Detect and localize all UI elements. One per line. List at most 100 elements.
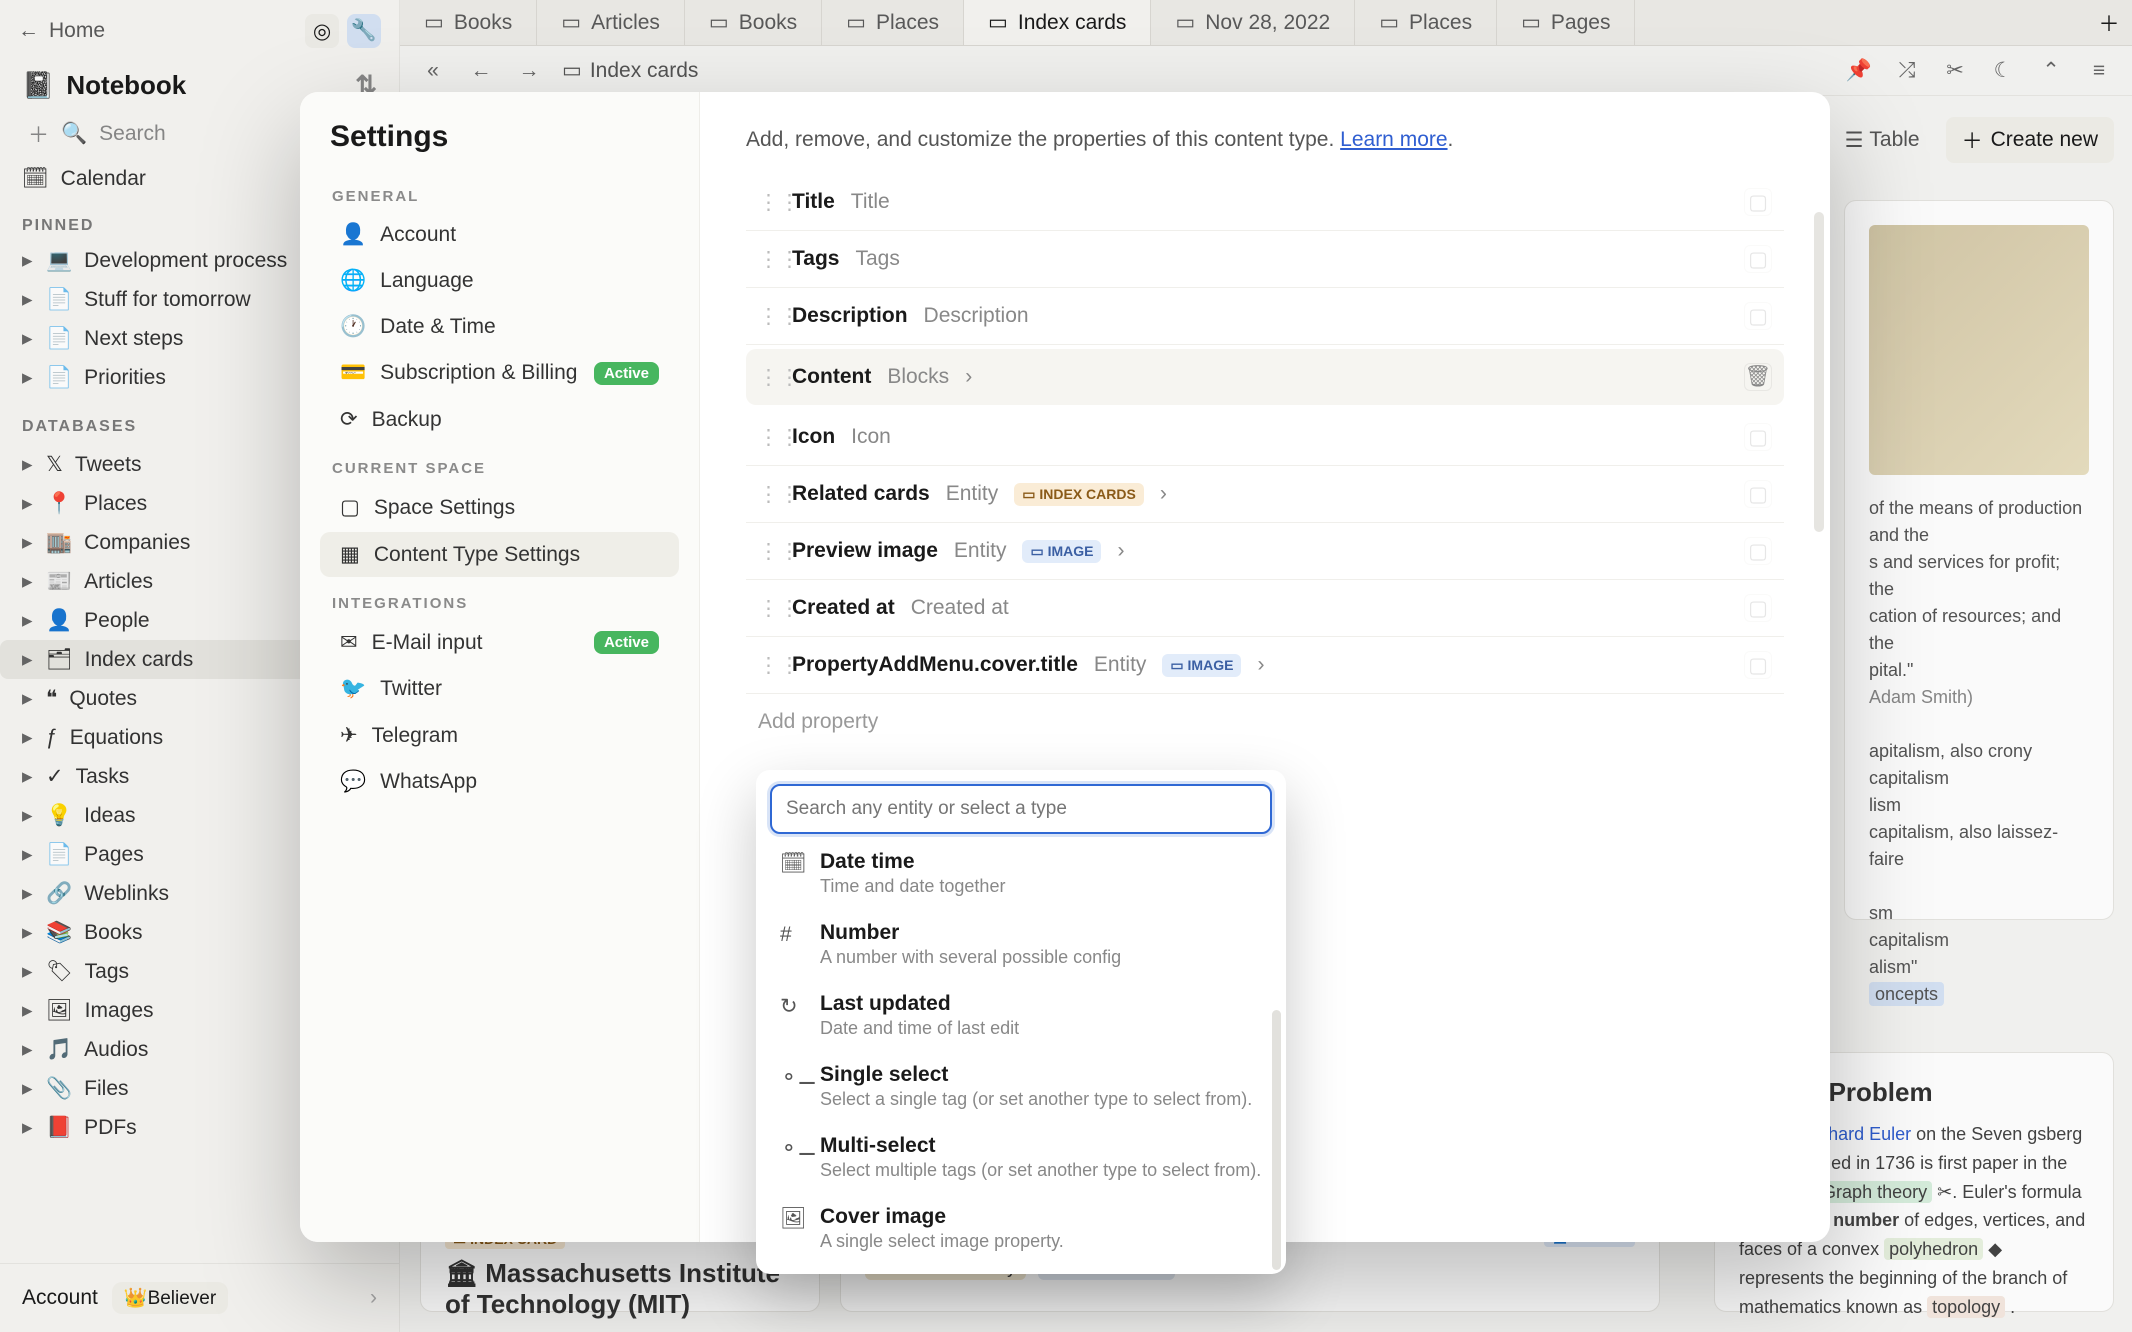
whatsapp-icon: 💬	[340, 770, 366, 794]
property-row[interactable]: ⋮⋮ Related cards Entity ▭ INDEX CARDS › ▢	[746, 466, 1784, 523]
property-type-option[interactable]: 🖼 Cover imageA single select image proper…	[766, 1193, 1276, 1264]
chevron-right-icon: ›	[1257, 653, 1264, 677]
drag-handle-icon[interactable]: ⋮⋮	[758, 304, 776, 329]
settings-space[interactable]: ▢Space Settings	[320, 485, 679, 530]
option-subtitle: Date and time of last edit	[820, 1018, 1019, 1039]
type-chip: ▭ IMAGE	[1022, 540, 1101, 563]
settings-description: Add, remove, and customize the propertie…	[746, 128, 1784, 152]
chevron-right-icon: ›	[1160, 482, 1167, 506]
property-type: Tags	[855, 247, 899, 271]
settings-sidebar: Settings GENERAL 👤Account 🌐Language 🕐Dat…	[300, 92, 700, 1242]
property-search-input[interactable]	[770, 784, 1272, 834]
drag-handle-icon[interactable]: ⋮⋮	[758, 365, 776, 390]
hash-icon: #	[780, 923, 804, 947]
section-general: GENERAL	[310, 172, 689, 211]
share-icon: ⚬⚊	[780, 1065, 804, 1090]
settings-whatsapp[interactable]: 💬WhatsApp	[320, 760, 679, 804]
delete-property-button[interactable]: ▢	[1744, 651, 1772, 679]
option-subtitle: Select a single tag (or set another type…	[820, 1089, 1252, 1110]
property-name: Created at	[792, 596, 895, 620]
settings-twitter[interactable]: 🐦Twitter	[320, 667, 679, 711]
property-type-option[interactable]: 🗓Date timeTime and date together	[766, 838, 1276, 909]
option-title: Number	[820, 921, 1121, 945]
property-name: Icon	[792, 425, 835, 449]
property-name: Related cards	[792, 482, 930, 506]
settings-datetime[interactable]: 🕐Date & Time	[320, 305, 679, 349]
option-title: Date time	[820, 850, 1005, 874]
drag-handle-icon[interactable]: ⋮⋮	[758, 539, 776, 564]
property-name: Description	[792, 304, 908, 328]
drag-handle-icon[interactable]: ⋮⋮	[758, 653, 776, 678]
property-type-option[interactable]: ↻Last updatedDate and time of last edit	[766, 980, 1276, 1051]
property-row[interactable]: ⋮⋮ PropertyAddMenu.cover.title Entity ▭ IMA…	[746, 637, 1784, 694]
type-chip: ▭ IMAGE	[1162, 654, 1241, 677]
settings-billing[interactable]: 💳Subscription & BillingActive	[320, 351, 679, 395]
property-type: Entity	[1094, 653, 1147, 677]
scrollbar[interactable]	[1272, 1010, 1281, 1270]
option-subtitle: A number with several possible config	[820, 947, 1121, 968]
property-row[interactable]: ⋮⋮Preview imageEntity▭ IMAGE›▢	[746, 523, 1784, 580]
property-name: Preview image	[792, 539, 938, 563]
delete-property-button[interactable]: 🗑	[1744, 363, 1772, 391]
twitter-icon: 🐦	[340, 677, 366, 701]
settings-title: Settings	[310, 120, 689, 172]
user-icon: 👤	[340, 223, 366, 247]
property-type: Entity	[946, 482, 999, 506]
property-row[interactable]: ⋮⋮Created atCreated at▢	[746, 580, 1784, 637]
property-row[interactable]: ⋮⋮ Tags Tags ▢	[746, 231, 1784, 288]
settings-content-type[interactable]: ▦Content Type Settings	[320, 532, 679, 577]
property-row[interactable]: ⋮⋮ Description Description ▢	[746, 288, 1784, 345]
chevron-right-icon: ›	[1117, 539, 1124, 563]
drag-handle-icon[interactable]: ⋮⋮	[758, 190, 776, 215]
delete-property-button[interactable]: ▢	[1744, 302, 1772, 330]
property-type-option[interactable]: ⚬⚊ Single selectSelect a single tag (or s…	[766, 1051, 1276, 1122]
learn-more-link[interactable]: Learn more	[1340, 128, 1447, 151]
drag-handle-icon[interactable]: ⋮⋮	[758, 247, 776, 272]
settings-language[interactable]: 🌐Language	[320, 259, 679, 303]
section-current-space: CURRENT SPACE	[310, 444, 689, 483]
delete-property-button[interactable]: ▢	[1744, 188, 1772, 216]
settings-backup[interactable]: ⟳Backup	[320, 397, 679, 442]
property-name: PropertyAddMenu.cover.title	[792, 653, 1078, 677]
type-chip: ▭ INDEX CARDS	[1014, 483, 1144, 506]
property-row[interactable]: ⋮⋮ Icon Icon ▢	[746, 409, 1784, 466]
option-subtitle: A single select image property.	[820, 1231, 1064, 1252]
property-row[interactable]: ⋮⋮TitleTitle▢	[746, 174, 1784, 231]
delete-property-button[interactable]: ▢	[1744, 423, 1772, 451]
share-icon: ⚬⚊	[780, 1136, 804, 1161]
delete-property-button[interactable]: ▢	[1744, 480, 1772, 508]
mail-icon: ✉	[340, 630, 358, 655]
chevron-right-icon: ›	[965, 365, 972, 389]
image-icon: 🖼	[780, 1207, 804, 1231]
drag-handle-icon[interactable]: ⋮⋮	[758, 482, 776, 507]
settings-telegram[interactable]: ✈Telegram	[320, 713, 679, 758]
clock-icon: 🕐	[340, 315, 366, 339]
active-badge: Active	[594, 362, 659, 385]
property-row[interactable]: ⋮⋮ContentBlocks›🗑	[746, 349, 1784, 405]
square-icon: ▢	[340, 495, 360, 520]
property-name: Title	[792, 190, 835, 214]
layout-icon: ▦	[340, 542, 360, 567]
property-type-option[interactable]: ⚬⚊ Multi-selectSelect multiple tags (or s…	[766, 1122, 1276, 1193]
add-property-button[interactable]: Add property	[746, 694, 1784, 750]
property-name: Tags	[792, 247, 839, 271]
property-type: Description	[924, 304, 1029, 328]
settings-account[interactable]: 👤Account	[320, 213, 679, 257]
option-title: Single select	[820, 1063, 1252, 1087]
calendar-icon: 🗓	[780, 852, 804, 876]
drag-handle-icon[interactable]: ⋮⋮	[758, 425, 776, 450]
option-subtitle: Select multiple tags (or set another typ…	[820, 1160, 1261, 1181]
option-title: Last updated	[820, 992, 1019, 1016]
option-title: Cover image	[820, 1205, 1064, 1229]
globe-icon: 🌐	[340, 269, 366, 293]
settings-email[interactable]: ✉E-Mail inputActive	[320, 620, 679, 665]
delete-property-button[interactable]: ▢	[1744, 537, 1772, 565]
option-title: Multi-select	[820, 1134, 1261, 1158]
card-icon: 💳	[340, 361, 366, 385]
delete-property-button[interactable]: ▢	[1744, 594, 1772, 622]
scrollbar[interactable]	[1814, 212, 1824, 532]
drag-handle-icon[interactable]: ⋮⋮	[758, 596, 776, 621]
property-type-option[interactable]: # NumberA number with several possible co…	[766, 909, 1276, 980]
property-type: Icon	[851, 425, 891, 449]
delete-property-button[interactable]: ▢	[1744, 245, 1772, 273]
